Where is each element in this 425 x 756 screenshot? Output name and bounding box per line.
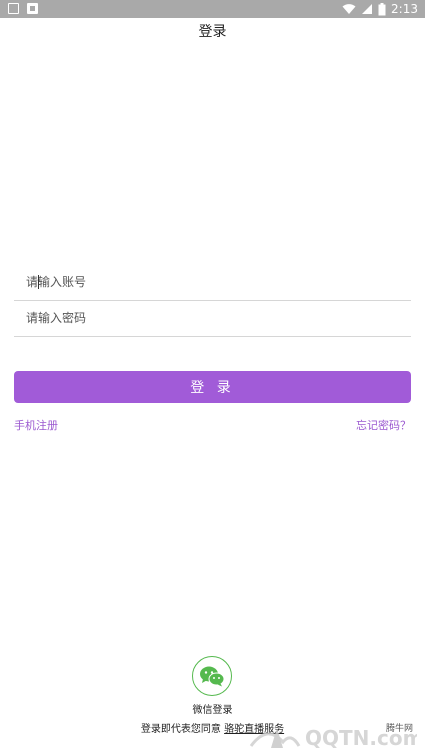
wifi-icon	[342, 4, 356, 14]
wechat-login-button[interactable]	[192, 656, 232, 696]
watermark-logo: QQTN.com	[249, 726, 417, 750]
page-title: 登录	[198, 24, 227, 40]
forgot-password-link[interactable]: 忘记密码？	[356, 417, 411, 433]
account-input[interactable]	[14, 266, 411, 298]
account-field-row	[14, 266, 411, 301]
password-input[interactable]	[14, 302, 411, 334]
wechat-icon	[200, 666, 225, 687]
battery-icon	[378, 2, 386, 15]
text-cursor	[38, 275, 39, 289]
password-field-row	[14, 302, 411, 337]
wechat-login-label: 微信登录	[192, 705, 233, 716]
notification-filled-box-icon	[27, 3, 38, 14]
signal-icon	[362, 4, 373, 14]
agreement-prefix: 登录即代表您同意	[140, 724, 221, 735]
status-time: 2:13	[391, 2, 418, 16]
status-bar-system: 2:13	[342, 1, 418, 17]
register-link[interactable]: 手机注册	[14, 417, 58, 433]
login-button[interactable]: 登 录	[14, 371, 411, 403]
status-bar: 2:13	[0, 0, 425, 18]
watermark-logo-text: QQTN.com	[305, 726, 417, 750]
notification-box-icon	[8, 3, 19, 14]
status-bar-notifications	[8, 3, 38, 14]
